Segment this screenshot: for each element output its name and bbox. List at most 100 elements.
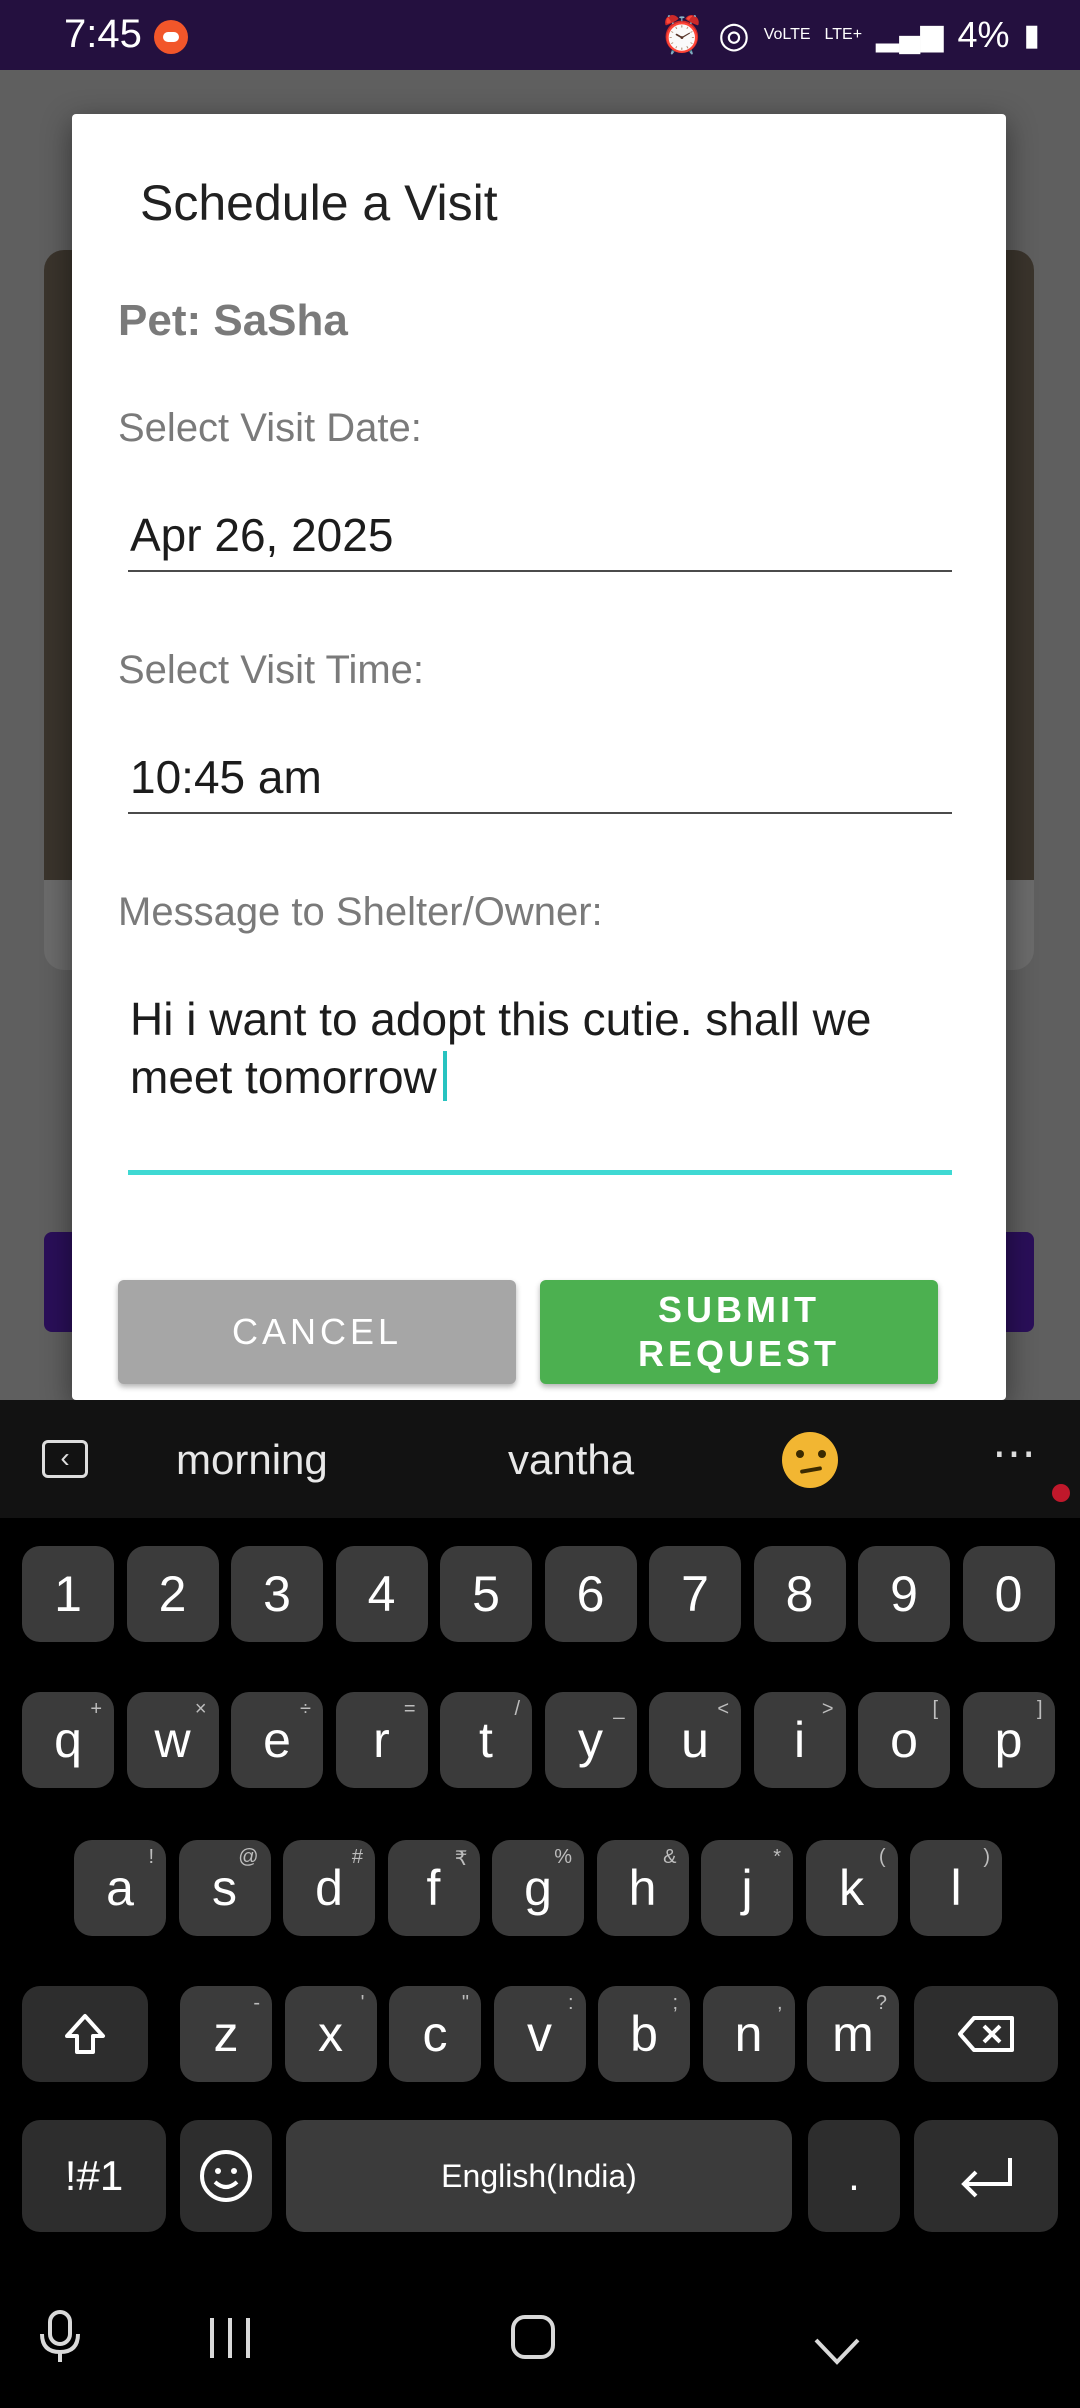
space-key-label: English(India) — [441, 2157, 637, 2194]
submit-request-button[interactable]: SUBMIT REQUEST — [540, 1280, 938, 1384]
emoji-key[interactable] — [180, 2120, 272, 2232]
key-w[interactable]: w × — [126, 1692, 219, 1788]
key-r[interactable]: r = — [335, 1692, 428, 1788]
suggestion-2[interactable]: vantha — [508, 1436, 634, 1484]
visit-date-field[interactable]: Apr 26, 2025 — [130, 508, 393, 562]
key-3-label: 3 — [263, 1566, 291, 1622]
key-l[interactable]: l) — [910, 1840, 1002, 1936]
recording-indicator-icon — [1052, 1484, 1070, 1502]
alarm-icon: ⏰ — [659, 14, 705, 55]
smiley-icon — [200, 2150, 252, 2202]
cancel-button[interactable]: CANCEL — [118, 1280, 516, 1384]
key-w-label: w — [154, 1712, 191, 1768]
key-n[interactable]: n, — [702, 1986, 795, 2082]
symbols-key[interactable]: !#1 — [22, 2120, 166, 2232]
thinking-face-emoji-icon[interactable] — [782, 1432, 838, 1488]
suggestion-1[interactable]: morning — [176, 1436, 328, 1484]
key-y-secondary: _ — [613, 1698, 625, 1720]
home-icon[interactable] — [510, 2314, 556, 2372]
key-q-label: q — [54, 1712, 82, 1768]
key-b[interactable]: b; — [598, 1986, 690, 2082]
key-h-label: h — [628, 1860, 657, 1916]
key-2-label: 2 — [158, 1566, 187, 1622]
key-4-label: 4 — [367, 1566, 396, 1622]
key-j[interactable]: j * — [701, 1840, 793, 1936]
message-label: Message to Shelter/Owner: — [118, 890, 603, 934]
key-1[interactable]: 1 — [22, 1546, 114, 1642]
status-time: 7:45 — [64, 12, 142, 56]
pet-name-label: Pet: SaSha — [118, 296, 348, 345]
hide-keyboard-chevron-down-icon[interactable] — [812, 2320, 862, 2378]
key-c[interactable]: c " — [389, 1986, 481, 2082]
key-o-label: o — [890, 1712, 918, 1768]
key-d[interactable]: d # — [283, 1840, 375, 1936]
key-l-secondary: ) — [983, 1846, 990, 1868]
key-r-label: r — [373, 1712, 390, 1768]
key-t-secondary: / — [514, 1698, 520, 1720]
key-k[interactable]: k( — [805, 1840, 898, 1936]
key-m-secondary: ? — [875, 1992, 887, 2014]
key-5[interactable]: 5 — [440, 1546, 532, 1642]
key-h[interactable]: h & — [596, 1840, 689, 1936]
more-options-icon[interactable]: ⋯ — [992, 1428, 1036, 1479]
key-c-secondary: " — [461, 1992, 469, 2014]
status-icons: ⏰ ◎ VoLTE LTE+ ▂▄▆ 4% ▮ — [659, 14, 1040, 56]
key-b-label: b — [630, 2006, 658, 2062]
key-o-secondary: [ — [932, 1698, 938, 1720]
key-p[interactable]: p] — [962, 1692, 1055, 1788]
key-z[interactable]: z- — [180, 1986, 272, 2082]
collapse-toolbar-icon[interactable]: ‹ — [42, 1440, 88, 1478]
key-8[interactable]: 8 — [753, 1546, 846, 1642]
key-k-secondary: ( — [878, 1846, 886, 1868]
key-f-label: f — [426, 1860, 441, 1916]
period-key[interactable]: . — [808, 2120, 900, 2232]
key-t[interactable]: t / — [440, 1692, 532, 1788]
key-2[interactable]: 2 — [126, 1546, 219, 1642]
enter-key[interactable] — [914, 2120, 1058, 2232]
key-y-label: y — [578, 1712, 603, 1768]
visit-time-field[interactable]: 10:45 am — [130, 750, 322, 804]
text-cursor — [442, 1051, 447, 1101]
key-e[interactable]: e ÷ — [231, 1692, 323, 1788]
key-z-secondary: - — [253, 1992, 260, 2014]
key-4[interactable]: 4 — [335, 1546, 428, 1642]
recent-apps-icon[interactable] — [206, 2314, 254, 2372]
key-1-label: 1 — [54, 1566, 82, 1622]
key-i[interactable]: i > — [753, 1692, 846, 1788]
key-9[interactable]: 9 — [858, 1546, 950, 1642]
key-8-label: 8 — [785, 1566, 814, 1622]
microphone-icon[interactable] — [36, 2308, 84, 2376]
status-bar: 7:45 ⏰ ◎ VoLTE LTE+ ▂▄▆ 4% ▮ — [0, 0, 1080, 70]
backspace-icon — [958, 2016, 1014, 2052]
key-x[interactable]: x ' — [284, 1986, 377, 2082]
key-g[interactable]: g% — [492, 1840, 584, 1936]
key-3[interactable]: 3 — [231, 1546, 323, 1642]
key-o[interactable]: o[ — [858, 1692, 950, 1788]
key-v-label: v — [527, 2006, 552, 2062]
key-v[interactable]: v: — [493, 1986, 586, 2082]
key-0-label: 0 — [994, 1566, 1023, 1622]
key-s[interactable]: s @ — [178, 1840, 271, 1936]
space-key[interactable]: English(India) — [286, 2120, 792, 2232]
shift-key[interactable] — [22, 1986, 148, 2082]
key-p-secondary: ] — [1036, 1698, 1043, 1720]
key-6[interactable]: 6 — [544, 1546, 637, 1642]
key-u[interactable]: u < — [649, 1692, 741, 1788]
key-x-secondary: ' — [360, 1992, 365, 2014]
volte-icon: VoLTE — [763, 26, 811, 43]
key-j-secondary: * — [773, 1846, 781, 1868]
key-a[interactable]: a! — [74, 1840, 166, 1936]
recording-app-icon — [154, 20, 188, 54]
key-m-label: m — [832, 2006, 874, 2062]
key-c-label: c — [422, 2006, 448, 2062]
backspace-key[interactable] — [914, 1986, 1058, 2082]
navigation-bar — [0, 2268, 1080, 2408]
key-q[interactable]: q + — [22, 1692, 114, 1788]
key-y[interactable]: y _ — [544, 1692, 637, 1788]
key-m[interactable]: m? — [807, 1986, 899, 2082]
key-0[interactable]: 0 — [962, 1546, 1055, 1642]
message-input[interactable]: Hi i want to adopt this cutie. shall we … — [130, 990, 930, 1106]
key-d-label: d — [315, 1860, 343, 1916]
key-f[interactable]: f ₹ — [387, 1840, 480, 1936]
key-7[interactable]: 7 — [649, 1546, 741, 1642]
